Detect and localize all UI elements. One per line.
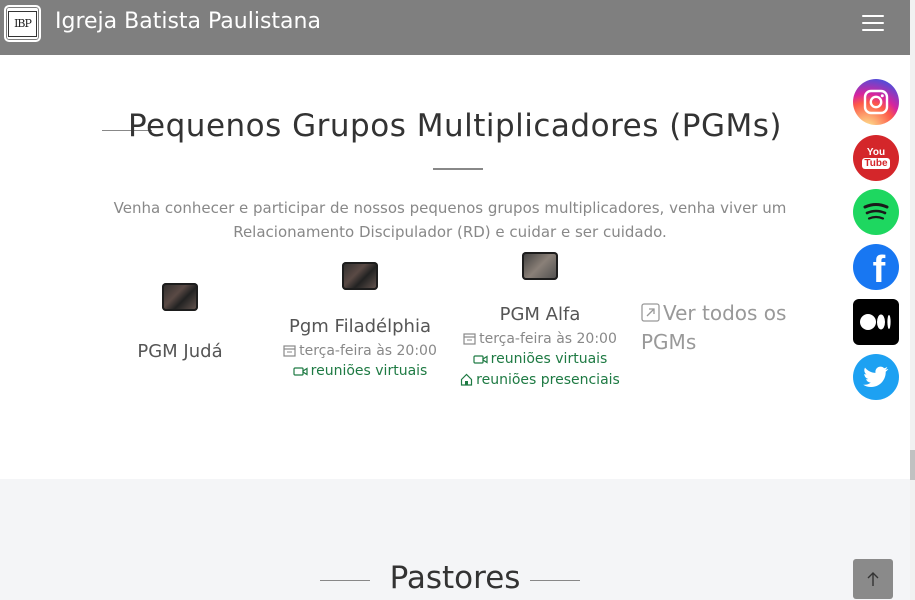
scrollbar-thumb[interactable] [910, 450, 915, 480]
instagram-icon[interactable] [853, 79, 899, 125]
navbar: IBP Igreja Batista Paulistana [0, 0, 910, 55]
pgm-mode-presencial: reuniões presenciais [476, 372, 620, 388]
title-underline [433, 168, 483, 170]
scrollbar[interactable] [910, 0, 915, 600]
pgm-name[interactable]: Pgm Filadélphia [275, 316, 445, 337]
pgm-mode-virtual: reuniões virtuais [310, 363, 428, 379]
calendar-icon [283, 345, 296, 357]
twitter-icon[interactable] [853, 354, 899, 400]
calendar-icon [463, 333, 476, 345]
spotify-icon[interactable] [853, 189, 899, 235]
pgm-mode-virtual: reuniões virtuais [490, 351, 608, 367]
pgm-card-juda[interactable]: PGM Judá [120, 283, 240, 362]
youtube-icon[interactable]: You Tube [853, 135, 899, 181]
pgm-card-filadelphia[interactable]: Pgm Filadélphia terça-feira às 20:00 reu… [275, 262, 445, 382]
site-title[interactable]: Igreja Batista Paulistana [55, 9, 321, 34]
pgm-thumbnail[interactable] [342, 262, 378, 290]
house-icon [461, 373, 473, 386]
pgm-thumbnail[interactable] [162, 283, 198, 311]
pgm-thumbnail[interactable] [522, 252, 558, 280]
logo-text: IBP [8, 10, 37, 37]
hamburger-icon[interactable] [862, 15, 884, 33]
pgm-card-alfa[interactable]: PGM Alfa terça-feira às 20:00 reuniões v… [455, 252, 625, 391]
pgm-schedule: terça-feira às 20:00 [479, 331, 617, 347]
arrow-up-icon [867, 572, 879, 586]
pgm-name[interactable]: PGM Alfa [455, 304, 625, 325]
pgm-name[interactable]: PGM Judá [120, 341, 240, 362]
section-subtitle: Venha conhecer e participar de nossos pe… [113, 199, 787, 241]
pastores-title: Pastores [389, 560, 521, 596]
facebook-icon[interactable]: f [853, 244, 899, 290]
back-to-top-button[interactable] [853, 559, 893, 599]
church-logo[interactable]: IBP [4, 5, 41, 42]
see-all-label[interactable]: Ver todos os PGMs [641, 301, 786, 354]
pgm-schedule: terça-feira às 20:00 [299, 343, 437, 359]
section-title: Pequenos Grupos Multiplicadores (PGMs) [127, 108, 783, 144]
video-camera-icon [473, 355, 488, 364]
external-arrow-icon [641, 303, 660, 322]
see-all-pgms-link[interactable]: Ver todos os PGMs [641, 299, 811, 357]
medium-icon[interactable] [853, 299, 899, 345]
video-camera-icon [293, 367, 308, 376]
